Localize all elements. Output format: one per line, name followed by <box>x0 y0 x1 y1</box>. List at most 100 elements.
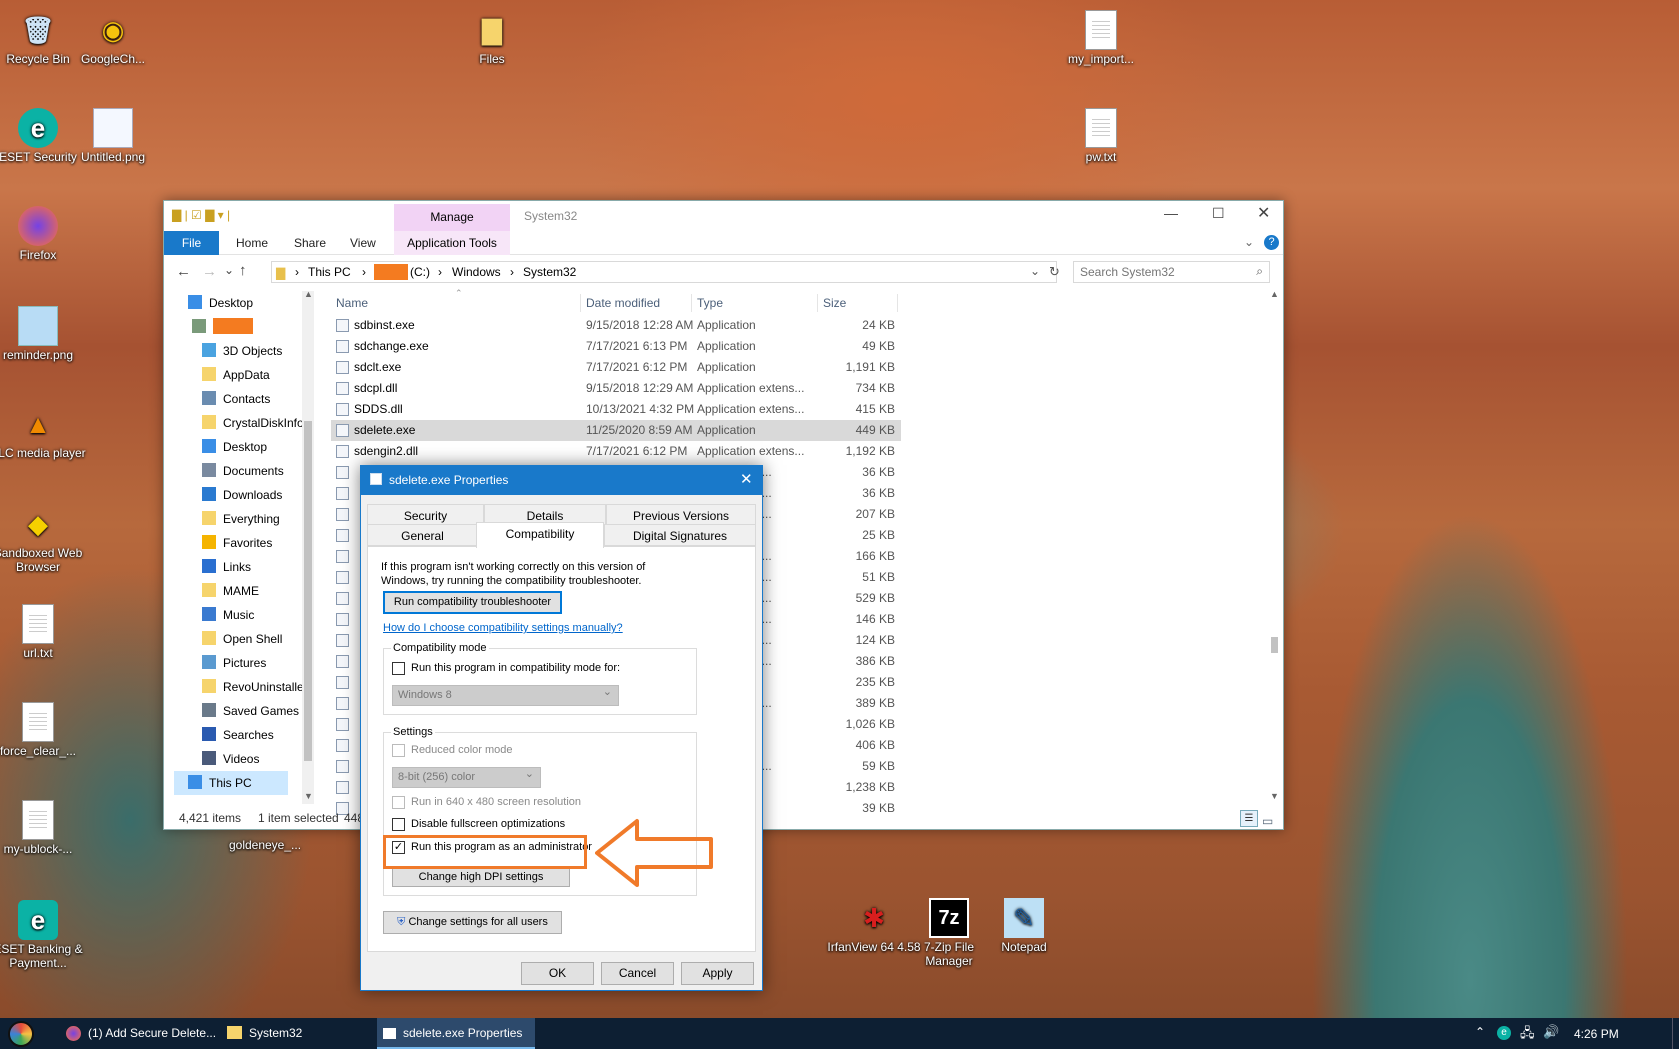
maximize-icon[interactable]: ☐ <box>1212 205 1225 222</box>
tab-general[interactable]: General <box>367 524 478 546</box>
taskbar-item-properties[interactable]: sdelete.exe Properties <box>377 1018 535 1049</box>
desktop-icon-url-txt[interactable]: url.txt <box>0 604 86 660</box>
file-row[interactable]: SDDS.dll 10/13/2021 4:32 PM Application ex… <box>331 399 901 420</box>
color-depth-select[interactable]: 8-bit (256) color <box>392 765 541 788</box>
help-icon[interactable]: ? <box>1264 235 1279 250</box>
start-button[interactable] <box>8 1021 34 1047</box>
dialog-close-icon[interactable]: ✕ <box>740 470 753 488</box>
change-dpi-button[interactable]: Change high DPI settings <box>392 867 570 887</box>
nav-item[interactable]: Downloads <box>202 483 282 507</box>
navigation-pane[interactable]: Desktop 3D Objects AppData Contacts CrystalD… <box>164 291 314 804</box>
column-type[interactable]: Type <box>697 291 723 315</box>
quick-access-toolbar[interactable]: ▇ | ☑ ▇ ▾ | <box>172 208 230 222</box>
scroll-down-icon[interactable]: ▼ <box>1270 791 1279 801</box>
search-input[interactable] <box>1074 262 1239 282</box>
breadcrumb-system32[interactable]: System32 <box>523 262 576 282</box>
details-view-icon[interactable]: ☰ <box>1240 810 1258 827</box>
recent-chevron-icon[interactable]: ⌄ <box>224 263 234 277</box>
show-desktop-button[interactable] <box>1672 1018 1673 1049</box>
breadcrumb-windows[interactable]: Windows <box>452 262 501 282</box>
eset-tray-icon[interactable]: e <box>1497 1026 1511 1040</box>
file-row[interactable]: sdcpl.dll 9/15/2018 12:29 AM Application e… <box>331 378 901 399</box>
file-row[interactable]: sdengin2.dll 7/17/2021 6:12 PM Application… <box>331 441 901 462</box>
scroll-thumb[interactable] <box>304 421 312 761</box>
desktop-icon-sandboxed-browser[interactable]: ◆ Sandboxed Web Browser <box>0 504 86 574</box>
disable-fullscreen-checkbox[interactable] <box>392 818 405 831</box>
scroll-up-icon[interactable]: ▲ <box>304 291 313 299</box>
desktop-icon-my-import[interactable]: my_import... <box>1053 10 1149 66</box>
nav-scrollbar[interactable]: ▲ ▼ <box>302 291 314 804</box>
change-all-users-button[interactable]: ⛨ Change settings for all users <box>383 911 562 934</box>
nav-item[interactable]: Saved Games <box>202 699 299 723</box>
back-arrow-icon[interactable]: ← <box>176 263 191 280</box>
forward-arrow-icon[interactable]: → <box>202 263 217 280</box>
nav-item[interactable]: Documents <box>202 459 284 483</box>
nav-item[interactable]: CrystalDiskInfo <box>202 411 304 435</box>
compat-mode-checkbox[interactable] <box>392 662 405 675</box>
column-size[interactable]: Size <box>823 291 846 315</box>
tab-file[interactable]: File <box>164 231 219 255</box>
nav-item[interactable]: Music <box>202 603 254 627</box>
minimize-icon[interactable]: — <box>1164 205 1178 221</box>
nav-item[interactable]: Everything <box>202 507 280 531</box>
scroll-thumb[interactable] <box>1271 637 1278 653</box>
reduced-color-checkbox[interactable] <box>392 744 405 757</box>
res-640-checkbox[interactable] <box>392 796 405 809</box>
tab-compatibility[interactable]: Compatibility <box>476 522 604 548</box>
nav-item[interactable]: RevoUninstalle <box>202 675 304 699</box>
tab-application-tools[interactable]: Application Tools <box>394 231 510 255</box>
ok-button[interactable]: OK <box>521 962 594 985</box>
nav-item[interactable]: Links <box>202 555 251 579</box>
desktop-icon-chrome[interactable]: ◉ GoogleCh... <box>65 10 161 66</box>
tab-digital-signatures[interactable]: Digital Signatures <box>604 524 756 546</box>
nav-item[interactable]: Pictures <box>202 651 266 675</box>
nav-item[interactable]: Favorites <box>202 531 272 555</box>
tab-home[interactable]: Home <box>226 231 278 255</box>
nav-item[interactable]: Contacts <box>202 387 270 411</box>
large-icons-view-icon[interactable]: ▭ <box>1262 810 1273 832</box>
nav-item[interactable]: Videos <box>202 747 259 771</box>
tab-view[interactable]: View <box>340 231 386 255</box>
ribbon-expand-icon[interactable]: ⌄ <box>1244 235 1254 249</box>
file-row[interactable]: sdchange.exe 7/17/2021 6:13 PM Application… <box>331 336 901 357</box>
address-dropdown-icon[interactable]: ⌄ <box>1030 261 1040 281</box>
nav-item[interactable]: Open Shell <box>202 627 282 651</box>
desktop-icon-goldeneye[interactable]: goldeneye_... <box>217 838 313 852</box>
desktop-icon-my-ublock[interactable]: my-ublock-... <box>0 800 86 856</box>
desktop-icon-eset-banking[interactable]: e ESET Banking & Payment... <box>0 900 86 970</box>
search-box[interactable]: ⌕ <box>1073 261 1270 283</box>
desktop-icon-force-clear[interactable]: force_clear_... <box>0 702 86 758</box>
file-row[interactable]: sdclt.exe 7/17/2021 6:12 PM Application 1,1… <box>331 357 901 378</box>
tray-chevron-icon[interactable]: ⌃ <box>1475 1025 1485 1039</box>
desktop-icon-reminder-png[interactable]: reminder.png <box>0 306 86 362</box>
run-troubleshooter-button[interactable]: Run compatibility troubleshooter <box>383 591 562 614</box>
taskbar-item-firefox[interactable]: (1) Add Secure Delete... <box>62 1018 216 1049</box>
title-bar[interactable]: ▇ | ☑ ▇ ▾ | Manage System32 — ☐ ✕ <box>164 201 1283 231</box>
nav-item[interactable]: Desktop <box>188 291 253 315</box>
refresh-icon[interactable]: ↻ <box>1049 264 1060 280</box>
column-date-modified[interactable]: Date modified <box>586 291 660 315</box>
column-name[interactable]: Name <box>336 291 368 315</box>
close-icon[interactable]: ✕ <box>1257 203 1270 223</box>
desktop-icon-untitled-png[interactable]: Untitled.png <box>65 108 161 164</box>
properties-dialog[interactable]: sdelete.exe Properties ✕ Security Detail… <box>360 465 763 991</box>
desktop-icon-pw-txt[interactable]: pw.txt <box>1053 108 1149 164</box>
up-arrow-icon[interactable]: ↑ <box>239 262 247 279</box>
clock[interactable]: 4:26 PM <box>1574 1027 1619 1041</box>
nav-item[interactable]: AppData <box>202 363 270 387</box>
compat-os-select[interactable]: Windows 8 <box>392 683 619 706</box>
taskbar-item-explorer[interactable]: System32 <box>223 1018 373 1049</box>
apply-button[interactable]: Apply <box>681 962 754 985</box>
dialog-title-bar[interactable]: sdelete.exe Properties ✕ <box>361 466 762 495</box>
file-row[interactable]: sdelete.exe 11/25/2020 8:59 AM Application… <box>331 420 901 441</box>
cancel-button[interactable]: Cancel <box>601 962 674 985</box>
desktop-icon-firefox[interactable]: Firefox <box>0 206 86 262</box>
file-list-scrollbar[interactable]: ▲ ▼ <box>1268 289 1281 804</box>
breadcrumb-this-pc[interactable]: This PC <box>308 262 351 282</box>
nav-item[interactable] <box>192 315 253 339</box>
file-row[interactable]: sdbinst.exe 9/15/2018 12:28 AM Application… <box>331 315 901 336</box>
volume-icon[interactable]: 🔊 <box>1543 1024 1559 1040</box>
tab-previous-versions[interactable]: Previous Versions <box>606 504 756 526</box>
nav-item[interactable]: 3D Objects <box>202 339 282 363</box>
manage-context-tab[interactable]: Manage <box>394 204 510 231</box>
